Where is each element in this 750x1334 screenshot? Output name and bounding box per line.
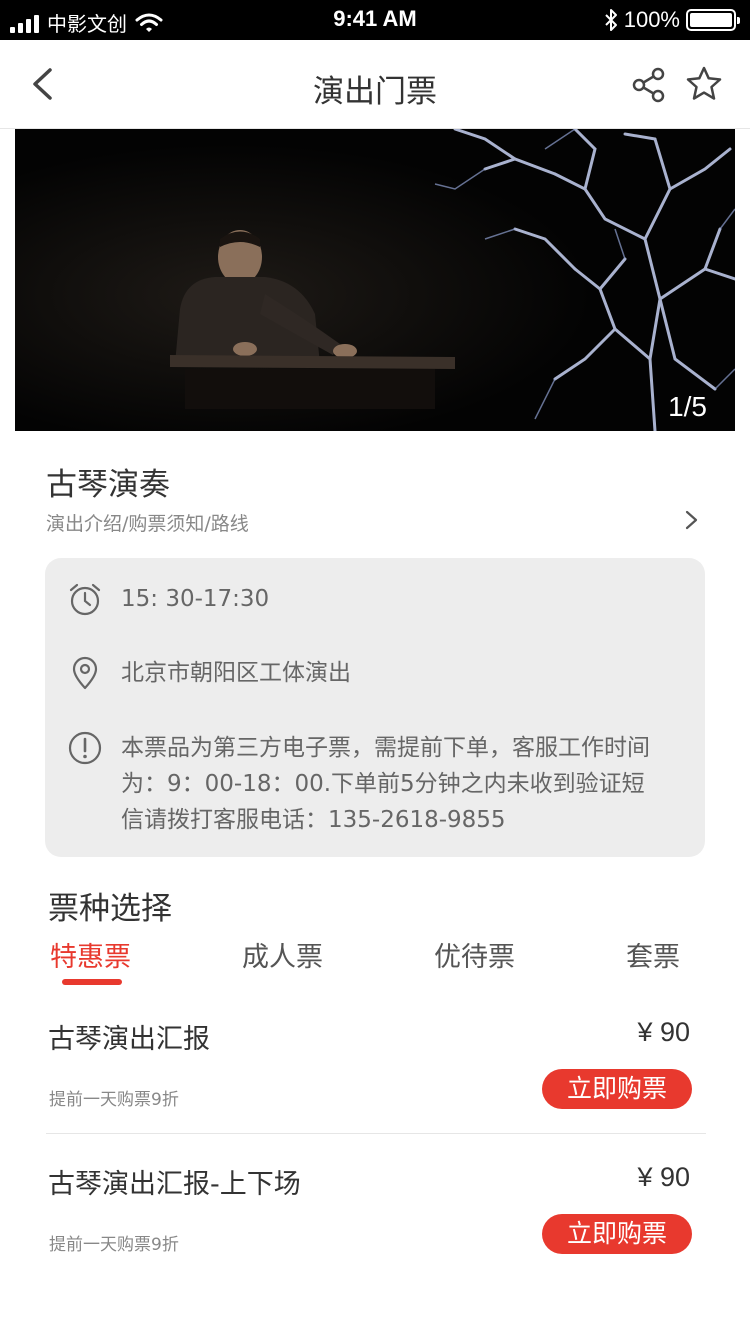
buy-now-button[interactable]: 立即购票	[542, 1214, 692, 1254]
ticket-price: ¥ 90	[637, 1017, 690, 1047]
battery-percent: 100%	[623, 7, 680, 32]
battery-icon	[686, 9, 740, 31]
share-icon[interactable]	[630, 66, 668, 104]
ticket-type-tabs: 特惠票 成人票 优待票 套票	[15, 931, 735, 991]
status-right: 100%	[604, 7, 740, 33]
ticket-discount-note: 提前一天购票9折	[49, 1235, 179, 1255]
tab-package[interactable]: 套票	[626, 935, 680, 974]
ticket-name: 古琴演出汇报	[48, 1024, 210, 1055]
ticket-name: 古琴演出汇报-上下场	[48, 1169, 301, 1200]
notice-row: 本票品为第三方电子票，需提前下单，客服工作时间 为：9：00-18：00.下单前…	[67, 730, 701, 838]
tab-discount[interactable]: 特惠票	[50, 935, 131, 974]
favorite-star-icon[interactable]	[684, 64, 724, 104]
ticket-item: 古琴演出汇报-上下场 ¥ 90 提前一天购票9折 立即购票	[46, 1162, 706, 1292]
ticket-section-title: 票种选择	[48, 891, 172, 927]
image-counter: 1/5	[668, 391, 707, 422]
location-row: 北京市朝阳区工体演出	[67, 655, 351, 691]
ticket-price: ¥ 90	[637, 1162, 690, 1192]
status-bar: 中影文创 9:41 AM 100%	[0, 0, 750, 40]
notice-line: 本票品为第三方电子票，需提前下单，客服工作时间	[121, 735, 650, 761]
notice-line: 为：9：00-18：00.下单前5分钟之内未收到验证短	[121, 771, 645, 797]
time-row: 15: 30-17:30	[67, 581, 269, 617]
banner-image[interactable]: 1/5	[15, 129, 735, 431]
tab-adult[interactable]: 成人票	[242, 935, 323, 974]
exclamation-circle-icon	[68, 731, 102, 765]
chevron-right-icon[interactable]	[681, 509, 701, 531]
divider	[46, 1133, 706, 1134]
detail-card: 古琴演奏 演出介绍/购票须知/路线 15: 30-17:30 北京市朝阳区工体演…	[15, 431, 735, 1334]
show-detail-link[interactable]: 演出介绍/购票须知/路线	[46, 509, 249, 536]
purchase-notice: 本票品为第三方电子票，需提前下单，客服工作时间 为：9：00-18：00.下单前…	[121, 730, 701, 838]
show-time: 15: 30-17:30	[121, 586, 270, 612]
ticket-item: 古琴演出汇报 ¥ 90 提前一天购票9折 立即购票	[46, 1017, 706, 1147]
performance-photo	[15, 129, 735, 431]
tab-concession[interactable]: 优待票	[434, 935, 515, 974]
bluetooth-icon	[605, 9, 617, 31]
show-location: 北京市朝阳区工体演出	[121, 660, 351, 686]
active-tab-indicator	[62, 979, 122, 985]
buy-now-button[interactable]: 立即购票	[542, 1069, 692, 1109]
nav-bar: 演出门票	[0, 40, 750, 129]
ticket-discount-note: 提前一天购票9折	[49, 1090, 179, 1110]
location-pin-icon	[72, 656, 98, 690]
show-title: 古琴演奏	[46, 467, 170, 503]
info-panel: 15: 30-17:30 北京市朝阳区工体演出 本票品为第三方电子票，需提前下单…	[45, 558, 705, 857]
notice-line: 信请拨打客服电话：135-2618-9855	[121, 807, 506, 833]
alarm-clock-icon	[69, 583, 101, 616]
